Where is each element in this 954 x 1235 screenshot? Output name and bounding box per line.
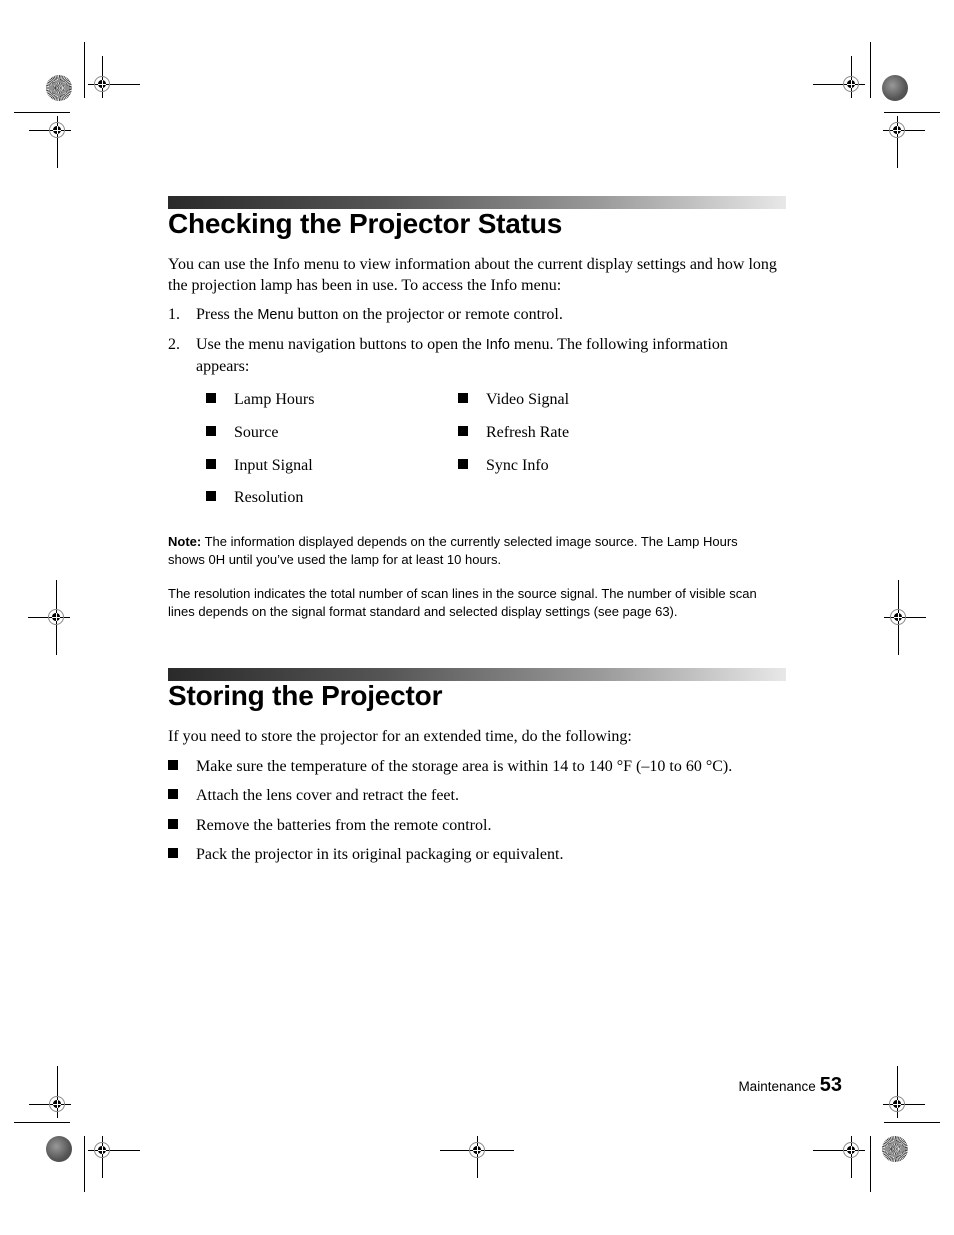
crop-mark-line — [14, 1122, 70, 1124]
bullet-icon — [206, 459, 216, 469]
bullet-icon — [168, 760, 178, 770]
note-paragraph-2: The resolution indicates the total numbe… — [168, 586, 757, 619]
step-2: 2. Use the menu navigation buttons to op… — [168, 334, 768, 377]
list-item: Sync Info — [458, 456, 549, 476]
bullet-icon — [458, 393, 468, 403]
crop-mark-line — [870, 42, 872, 98]
list-item: Make sure the temperature of the storage… — [168, 757, 732, 777]
bullet-icon — [206, 491, 216, 501]
bullet-icon — [206, 426, 216, 436]
color-registration-disc-icon — [882, 75, 908, 101]
bullet-icon — [168, 789, 178, 799]
step-1: 1. Press the Menu button on the projecto… — [168, 304, 768, 326]
crop-mark-line — [84, 42, 86, 98]
section-title-storing: Storing the Projector — [168, 680, 443, 711]
crop-mark-line — [884, 112, 940, 114]
step-number: 2. — [168, 336, 180, 353]
note-paragraph: Note: The information displayed depends … — [168, 534, 738, 567]
page-footer: Maintenance 53 — [738, 1074, 842, 1097]
note-label: Note: — [168, 534, 202, 549]
list-item: Attach the lens cover and retract the fe… — [168, 786, 459, 806]
list-item: Refresh Rate — [458, 423, 569, 443]
list-item: Remove the batteries from the remote con… — [168, 816, 491, 836]
step-text: Use the menu navigation buttons to open … — [196, 336, 728, 375]
list-item: Resolution — [206, 488, 303, 508]
color-registration-disc-icon — [46, 1136, 72, 1162]
ui-term-menu: Menu — [257, 307, 294, 323]
crop-mark-line — [870, 1136, 872, 1192]
section-intro: You can use the Info menu to view inform… — [168, 256, 777, 294]
section-intro: If you need to store the projector for a… — [168, 728, 632, 745]
ui-term-info: Info — [485, 337, 510, 353]
section-title-checking-status: Checking the Projector Status — [168, 208, 563, 239]
list-item: Input Signal — [206, 456, 313, 476]
bullet-icon — [206, 393, 216, 403]
step-number: 1. — [168, 306, 180, 323]
bullet-icon — [458, 426, 468, 436]
crop-mark-line — [884, 1122, 940, 1124]
page-number: 53 — [819, 1074, 842, 1096]
step-text: Press the Menu button on the projector o… — [196, 306, 563, 323]
color-registration-disc-icon — [46, 75, 72, 101]
footer-section-name: Maintenance — [738, 1079, 816, 1094]
crop-mark-line — [14, 112, 70, 114]
color-registration-disc-icon — [882, 1136, 908, 1162]
bullet-icon — [168, 819, 178, 829]
crop-mark-line — [84, 1136, 86, 1192]
list-item: Source — [206, 423, 278, 443]
list-item: Video Signal — [458, 390, 569, 410]
bullet-icon — [168, 848, 178, 858]
list-item: Pack the projector in its original packa… — [168, 845, 563, 865]
bullet-icon — [458, 459, 468, 469]
list-item: Lamp Hours — [206, 390, 314, 410]
